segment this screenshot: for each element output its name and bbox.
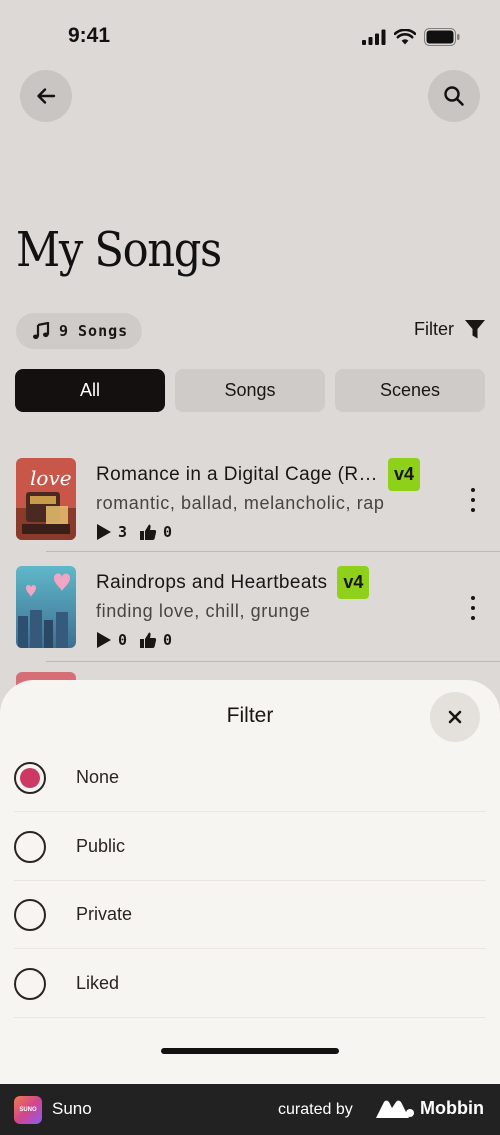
song-title: Romance in a Digital Cage (R… — [96, 463, 378, 485]
filter-option-none[interactable]: None — [14, 744, 486, 812]
signal-icon — [362, 29, 386, 45]
song-count-badge: 9 Songs — [16, 313, 143, 349]
song-title-row: Romance in a Digital Cage (R… v4 — [96, 458, 420, 491]
footer-bar: SUNO Suno curated by Mobbin — [0, 1084, 500, 1135]
close-icon — [448, 710, 462, 724]
song-tags: finding love, chill, grunge — [96, 601, 311, 621]
battery-icon — [424, 28, 460, 46]
like-count: 0 — [163, 523, 173, 541]
song-count-label: Songs — [78, 322, 129, 340]
divider — [46, 551, 500, 552]
arrow-left-icon — [37, 88, 56, 104]
divider — [46, 661, 500, 662]
curated-by-label: curated by — [278, 1101, 353, 1118]
wifi-icon — [394, 29, 416, 45]
close-button[interactable] — [430, 692, 480, 742]
filter-option-private[interactable]: Private — [14, 881, 486, 949]
filter-sheet: Filter None Public Private Liked — [0, 680, 500, 1084]
home-indicator — [161, 1048, 339, 1054]
play-count: 3 — [118, 523, 128, 541]
song-stats: 3 0 — [96, 523, 172, 541]
radio-button[interactable] — [14, 898, 46, 931]
filter-option-liked[interactable]: Liked — [14, 950, 486, 1018]
song-stats: 0 0 — [96, 631, 172, 649]
option-label: Public — [76, 836, 126, 856]
search-button[interactable] — [428, 70, 480, 122]
radio-button[interactable] — [14, 761, 46, 794]
option-label: None — [76, 767, 120, 787]
radio-button[interactable] — [14, 967, 46, 1000]
song-list-item[interactable]: love Romance in a Digital Cage (R… v4 ro… — [16, 458, 500, 566]
option-label: Liked — [76, 973, 120, 993]
status-time: 9:41 — [68, 24, 111, 47]
filter-option-public[interactable]: Public — [14, 813, 486, 881]
app-icon: SUNO — [14, 1096, 42, 1124]
mobbin-logo-icon — [376, 1100, 414, 1118]
tab-songs[interactable]: Songs — [175, 369, 325, 412]
more-options-icon[interactable] — [468, 488, 478, 512]
tab-scenes[interactable]: Scenes — [335, 369, 485, 412]
song-tags: romantic, ballad, melancholic, rap — [96, 493, 385, 513]
song-cover-image: love — [16, 458, 76, 540]
mobbin-brand: Mobbin — [420, 1098, 484, 1118]
play-icon — [97, 524, 111, 540]
version-badge: v4 — [337, 566, 370, 599]
status-bar: 9:41 — [0, 0, 500, 72]
music-note-icon — [33, 322, 50, 340]
back-button[interactable] — [20, 70, 72, 122]
version-badge: v4 — [387, 458, 420, 491]
status-icons — [362, 28, 460, 46]
song-list-item[interactable]: Raindrops and Heartbeats v4 finding love… — [16, 566, 500, 674]
thumbs-up-icon — [140, 524, 157, 540]
sheet-title: Filter — [226, 704, 274, 727]
radio-button[interactable] — [14, 830, 46, 863]
song-count-number: 9 — [59, 322, 70, 340]
filter-label: Filter — [414, 318, 454, 339]
funnel-icon — [465, 320, 485, 339]
song-cover-image — [16, 566, 76, 648]
page-title: My Songs — [16, 222, 222, 278]
tab-all[interactable]: All — [15, 369, 165, 412]
filter-button[interactable]: Filter — [414, 318, 486, 340]
app-name: Suno — [52, 1099, 92, 1118]
song-title: Raindrops and Heartbeats — [96, 571, 328, 593]
song-title-row: Raindrops and Heartbeats v4 — [96, 566, 370, 599]
more-options-icon[interactable] — [468, 596, 478, 620]
like-count: 0 — [163, 631, 173, 649]
cover-text: love — [30, 466, 72, 490]
search-icon — [444, 86, 464, 106]
option-label: Private — [76, 904, 133, 924]
thumbs-up-icon — [140, 632, 157, 648]
radio-selected-dot — [20, 767, 40, 788]
play-count: 0 — [118, 631, 128, 649]
app-icon-text: SUNO — [19, 1107, 37, 1113]
play-icon — [97, 632, 111, 648]
tab-bar: All Songs Scenes — [15, 369, 485, 412]
